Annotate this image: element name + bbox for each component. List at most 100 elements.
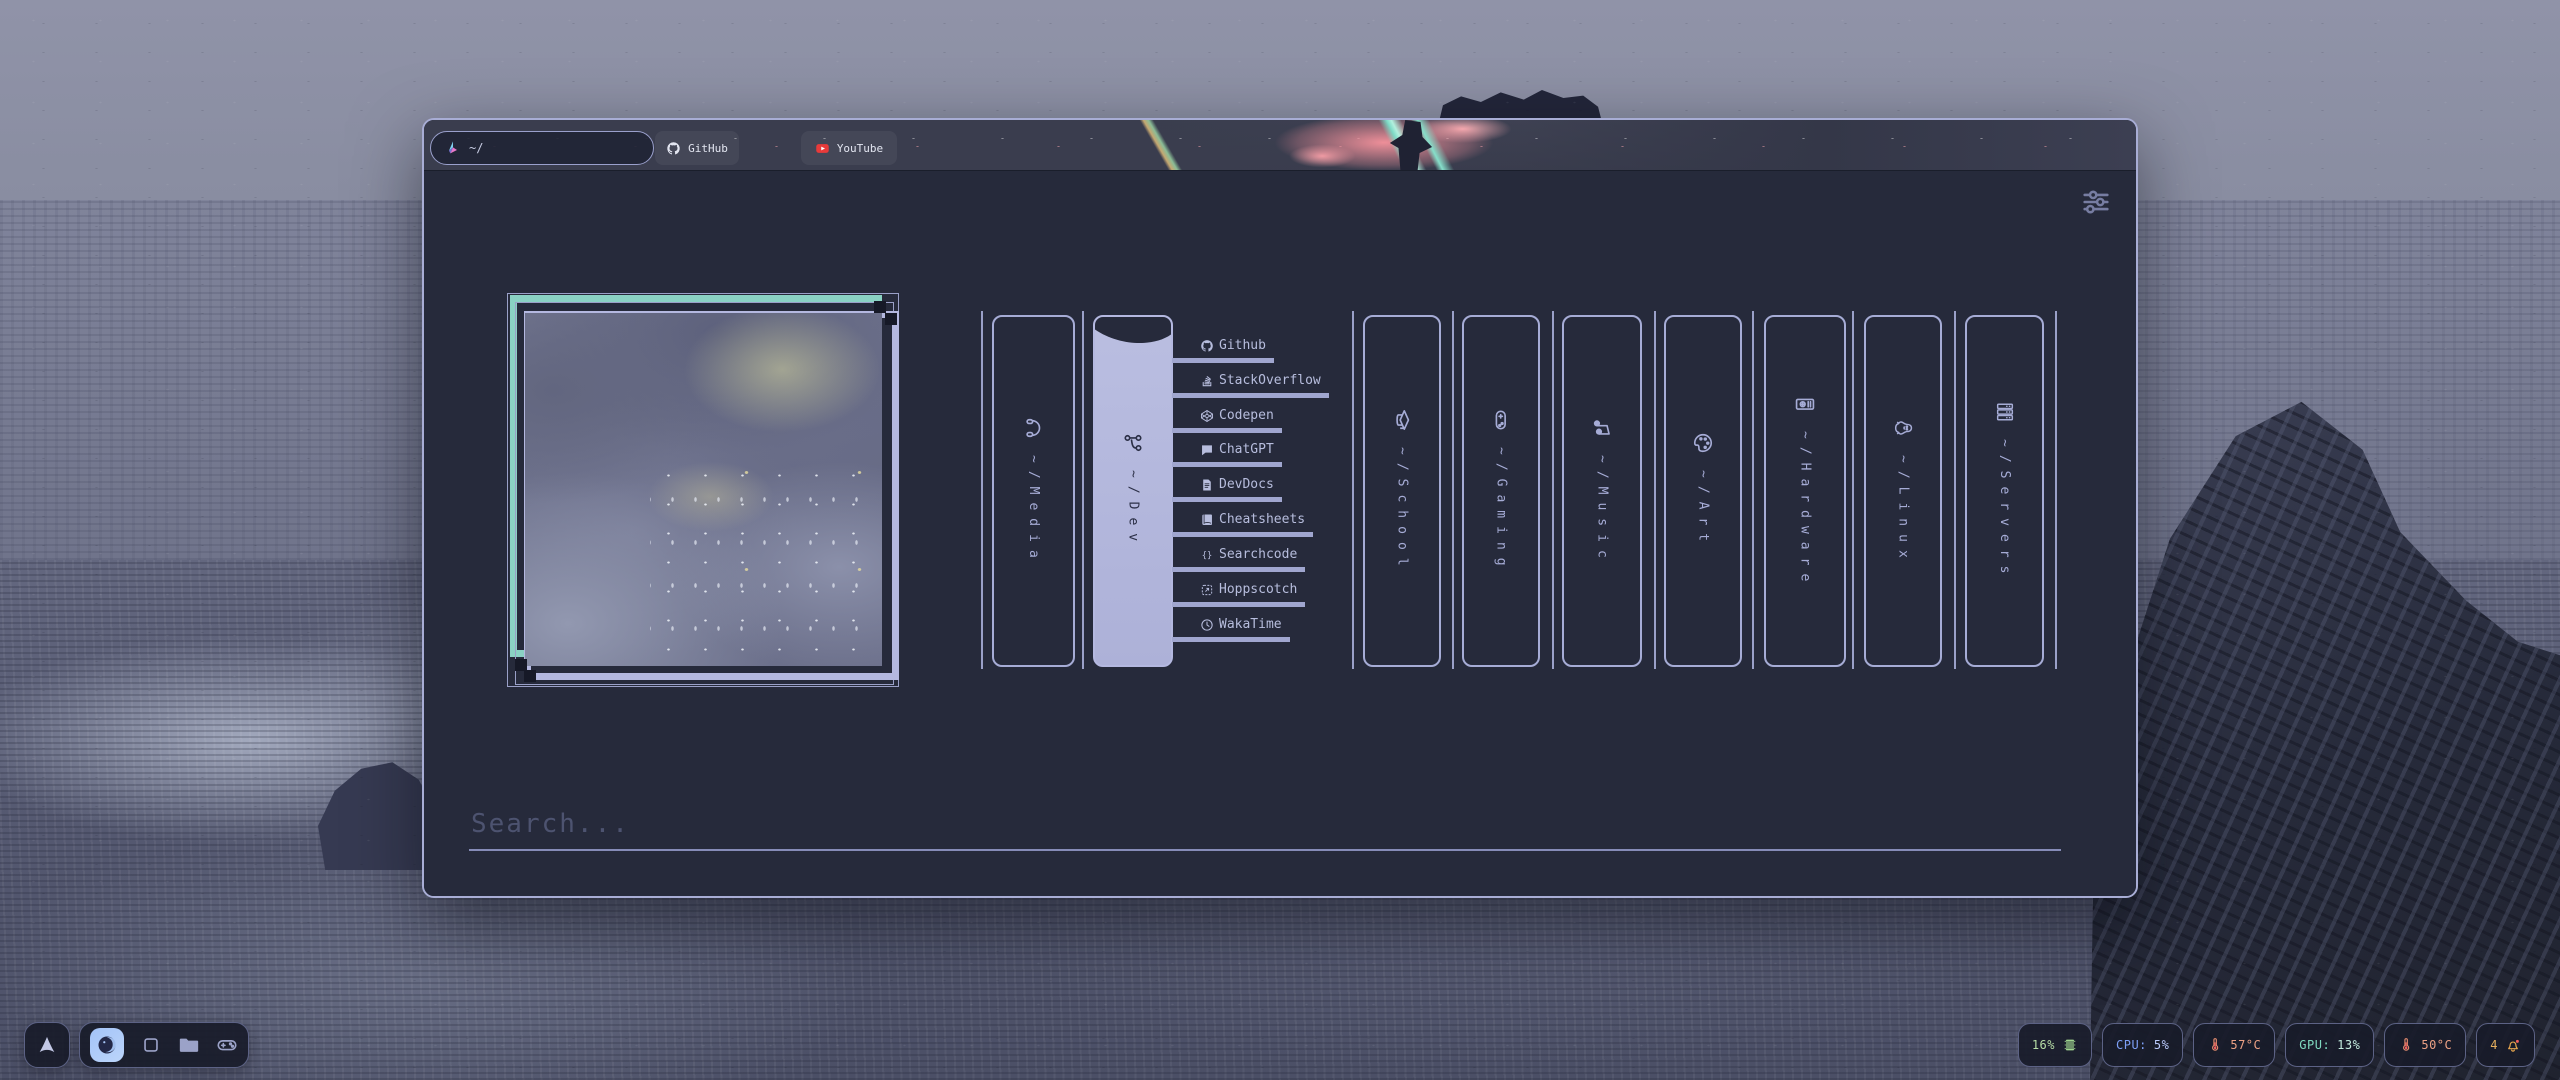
frame-handle [885,313,897,325]
dev-links: Github StackOverflow Codepen ChatGPT DevDocs… [1172,311,1362,671]
document-icon [1200,478,1214,492]
tab-github[interactable]: GitHub [655,131,739,165]
shelf-divider [1752,311,1754,669]
book-label: ~/Art [1696,470,1711,549]
stat-memory: 16% [2018,1023,2092,1067]
stat-text: 13% [2337,1038,2360,1052]
start-page: ~/Media ~/Dev Github StackOverflow Codepen Ch… [424,170,2136,896]
link-wakatime[interactable]: WakaTime [1172,617,1290,642]
thermometer-icon [2207,1037,2223,1053]
book-label: ~/Dev [1126,470,1141,549]
palette-icon [1692,432,1714,454]
link-codepen[interactable]: Codepen [1172,408,1282,433]
link-label: Github [1219,338,1266,353]
stackoverflow-icon [1200,374,1214,388]
link-devdocs[interactable]: DevDocs [1172,477,1282,502]
stat-text: 16% [2032,1038,2055,1052]
book-label: ~/School [1395,447,1410,574]
desktop: ~/ GitHub YouTube ~/Media ~/Dev Github Stack… [0,0,2560,1080]
link-label: WakaTime [1219,617,1282,632]
frame-handle [524,670,536,682]
bookshelf: ~/Media ~/Dev Github StackOverflow Codepen Ch… [981,311,2061,671]
link-label: Searchcode [1219,547,1297,562]
link-label: ChatGPT [1219,442,1274,457]
book-dev[interactable]: ~/Dev [1093,315,1173,667]
dock-item-window[interactable] [140,1034,162,1056]
headphones-icon [1023,417,1045,439]
link-stackoverflow[interactable]: StackOverflow [1172,373,1329,398]
url-text: ~/ [469,141,483,155]
link-hoppscotch[interactable]: Hoppscotch [1172,582,1305,607]
chat-icon [1200,443,1214,457]
book-linux[interactable]: ~/Linux [1864,315,1942,667]
book-label: ~/Music [1595,455,1610,566]
shelf-divider [1082,311,1084,669]
shelf-divider [1452,311,1454,669]
link-github[interactable]: Github [1172,338,1274,363]
clock-icon [1200,618,1214,632]
pc-tower-icon [1794,393,1816,415]
graduation-cap-icon [1391,409,1413,431]
tab-label: GitHub [688,142,728,155]
shelf-divider [1852,311,1854,669]
folder-icon [178,1034,200,1056]
tab-label: YouTube [837,142,883,155]
stat-text: GPU: [2299,1038,2330,1052]
server-rack-icon [1994,401,2016,423]
book-hardware[interactable]: ~/Hardware [1764,315,1846,667]
stat-cpu-temp: 57°C [2193,1023,2275,1067]
link-searchcode[interactable]: {} Searchcode [1172,547,1305,572]
book-gaming[interactable]: ~/Gaming [1462,315,1540,667]
gamepad-icon [216,1034,238,1056]
book-school[interactable]: ~/School [1363,315,1441,667]
stat-text: 50°C [2421,1038,2452,1052]
search-section [469,805,2061,851]
book-label: ~/Linux [1896,455,1911,566]
shelf-divider [2055,311,2057,669]
tab-youtube[interactable]: YouTube [801,131,897,165]
link-label: DevDocs [1219,477,1274,492]
arch-logo-icon [36,1034,58,1056]
shelf-divider [1654,311,1656,669]
stat-text: 5% [2154,1038,2169,1052]
search-input[interactable] [469,805,2061,851]
app-launcher-button[interactable] [24,1022,70,1068]
music-note-icon [1591,417,1613,439]
firefox-icon [95,1033,119,1057]
codepen-icon [1200,409,1214,423]
url-bar[interactable]: ~/ [430,131,654,165]
braces-icon: {} [1200,548,1214,562]
system-stats: 16% CPU: 5% 57°C GPU: 13% 50°C 4 [2018,1023,2535,1067]
book-icon [1200,513,1214,527]
book-servers[interactable]: ~/Servers [1965,315,2044,667]
book-media[interactable]: ~/Media [992,315,1075,667]
browser-window: ~/ GitHub YouTube ~/Media ~/Dev Github Stack… [422,118,2138,898]
dock [79,1022,249,1068]
link-chatgpt[interactable]: ChatGPT [1172,442,1282,467]
window-icon [140,1034,162,1056]
book-label: ~/Gaming [1494,447,1509,574]
tux-icon [1892,417,1914,439]
stat-text: 4 [2490,1038,2498,1052]
artwork-widget [507,288,907,690]
github-icon [1200,339,1214,353]
dock-item-firefox[interactable] [90,1028,124,1062]
stat-gpu-usage: GPU: 13% [2285,1023,2374,1067]
link-cheatsheets[interactable]: Cheatsheets [1172,512,1313,537]
frame-handle [874,301,886,313]
sliders-icon[interactable] [2079,185,2113,219]
stat-text: CPU: [2116,1038,2147,1052]
dock-item-games[interactable] [216,1034,238,1056]
link-label: Hoppscotch [1219,582,1297,597]
stat-text: 57°C [2230,1038,2261,1052]
shelf-divider [981,311,983,669]
book-music[interactable]: ~/Music [1562,315,1642,667]
ram-icon [2062,1037,2078,1053]
shelf-divider [1552,311,1554,669]
stat-notifications[interactable]: 4 [2476,1023,2535,1067]
link-label: StackOverflow [1219,373,1321,388]
dock-item-files[interactable] [178,1034,200,1056]
link-label: Cheatsheets [1219,512,1305,527]
book-art[interactable]: ~/Art [1664,315,1742,667]
book-label: ~/Servers [1997,439,2012,581]
